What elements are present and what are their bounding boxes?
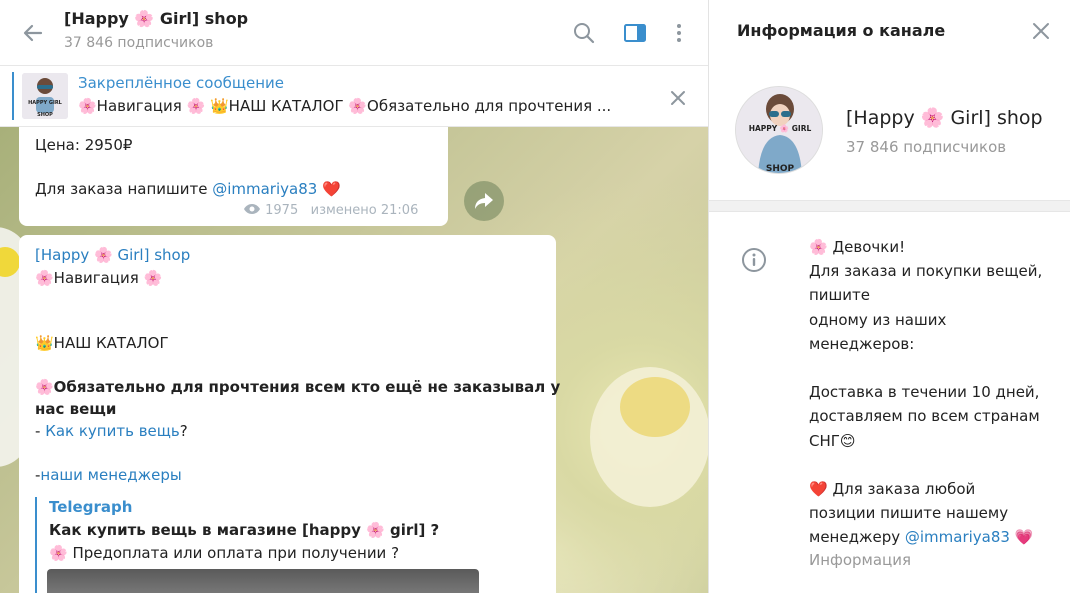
message-must-read-1: 🌸Обязательно для прочтения всем кто ещё … — [35, 378, 561, 396]
link-preview[interactable]: Telegraph Как купить вещь в магазине [ha… — [35, 497, 485, 593]
svg-text:SHOP: SHOP — [37, 112, 53, 118]
preview-description: 🌸 Предоплата или оплата при получении ? — [49, 544, 400, 562]
how-to-buy-link[interactable]: Как купить вещь — [45, 422, 180, 440]
avatar[interactable]: HAPPY 🌸 GIRL SHOP — [735, 86, 823, 174]
svg-text:HAPPY GIRL: HAPPY GIRL — [28, 100, 63, 106]
description-last-line: менеджеру @immariya83 💗 — [809, 525, 1059, 549]
message-must-read-2: нас вещи — [35, 400, 117, 418]
mention-link[interactable]: @immariya83 — [212, 180, 317, 198]
close-icon[interactable] — [1027, 17, 1055, 45]
message-catalog: 👑НАШ КАТАЛОГ — [35, 334, 169, 352]
description-line — [809, 356, 1059, 380]
description-line: доставляем по всем странам — [809, 407, 1040, 426]
channel-info-panel: Информация о канале HAPPY 🌸 GIRL SHOP [H… — [708, 0, 1070, 593]
description-line: СНГ😊 — [809, 431, 856, 450]
description-line: менеджеров: — [809, 334, 915, 353]
section-divider — [709, 200, 1070, 212]
message-order-line: Для заказа напишите @immariya83 ❤️ — [35, 180, 341, 198]
edited-time: изменено 21:06 — [310, 203, 419, 218]
channel-description: 🌸 Девочки! Для заказа и покупки вещей, п… — [809, 235, 1059, 549]
description-label: Информация — [809, 551, 912, 569]
pinned-title: Закреплённое сообщение — [78, 74, 285, 92]
search-icon[interactable] — [569, 18, 599, 48]
message-order-text: Для заказа напишите — [35, 180, 213, 198]
view-count: 1975 — [265, 203, 299, 218]
message-managers-line: -наши менеджеры — [35, 466, 182, 484]
message-price: Цена: 2950₽ — [35, 136, 133, 154]
message-how-line: - Как купить вещь? — [35, 422, 188, 440]
eye-icon — [243, 203, 261, 218]
chat-column: [Happy 🌸 Girl] shop 37 846 подписчиков H… — [0, 0, 708, 593]
mention-link[interactable]: @immariya83 — [905, 528, 1010, 546]
description-line: ❤️ Для заказа любой — [809, 479, 976, 498]
heart-emoji: 💗 — [1009, 528, 1034, 547]
managers-link[interactable]: наши менеджеры — [40, 466, 181, 484]
message-bubble[interactable]: Цена: 2950₽ Для заказа напишите @immariy… — [19, 127, 448, 226]
description-line: Для заказа и покупки вещей, — [809, 262, 1043, 281]
chat-subscriber-count: 37 846 подписчиков — [64, 35, 214, 51]
pinned-accent-bar — [12, 72, 14, 120]
message-area[interactable]: Цена: 2950₽ Для заказа напишите @immariy… — [0, 127, 708, 593]
more-vertical-icon[interactable] — [664, 18, 694, 48]
background-decoration — [620, 377, 690, 437]
description-line: пишите — [809, 286, 870, 305]
preview-title: Как купить вещь в магазине [happy 🌸 girl… — [49, 521, 440, 539]
description-line: Доставка в течении 10 дней, — [809, 383, 1040, 402]
sidebar-toggle-icon[interactable] — [620, 18, 650, 48]
description-line: позиции пишите нашему — [809, 504, 1009, 523]
description-line — [809, 453, 1059, 477]
pinned-message-bar[interactable]: HAPPY GIRL SHOP Закреплённое сообщение 🌸… — [0, 66, 708, 127]
chat-title[interactable]: [Happy 🌸 Girl] shop — [64, 9, 248, 28]
channel-subscriber-count: 37 846 подписчиков — [846, 138, 1007, 156]
chat-header: [Happy 🌸 Girl] shop 37 846 подписчиков — [0, 0, 708, 66]
preview-image[interactable] — [47, 569, 479, 593]
how-suffix: ? — [179, 422, 188, 440]
channel-title: [Happy 🌸 Girl] shop — [846, 107, 1043, 129]
info-panel-heading: Информация о канале — [737, 21, 946, 40]
heart-emoji: ❤️ — [322, 180, 341, 198]
info-icon — [741, 247, 767, 273]
description-line: одному из наших — [809, 310, 947, 329]
message-nav: 🌸Навигация 🌸 — [35, 269, 163, 287]
pinned-text: 🌸Навигация 🌸 👑НАШ КАТАЛОГ 🌸Обязательно д… — [78, 97, 612, 115]
avatar-text-line2: SHOP — [766, 164, 795, 174]
preview-site: Telegraph — [49, 498, 133, 516]
back-arrow-icon[interactable] — [18, 18, 48, 48]
pinned-thumbnail: HAPPY GIRL SHOP — [22, 73, 68, 119]
description-text: менеджеру — [809, 528, 905, 547]
message-meta: 1975 изменено 21:06 — [243, 203, 418, 218]
how-prefix: - — [35, 422, 46, 440]
message-author[interactable]: [Happy 🌸 Girl] shop — [35, 246, 190, 264]
share-icon[interactable] — [464, 181, 504, 221]
description-line: 🌸 Девочки! — [809, 238, 906, 256]
close-icon[interactable] — [664, 84, 692, 112]
avatar-text-line1: HAPPY 🌸 GIRL — [749, 124, 812, 133]
